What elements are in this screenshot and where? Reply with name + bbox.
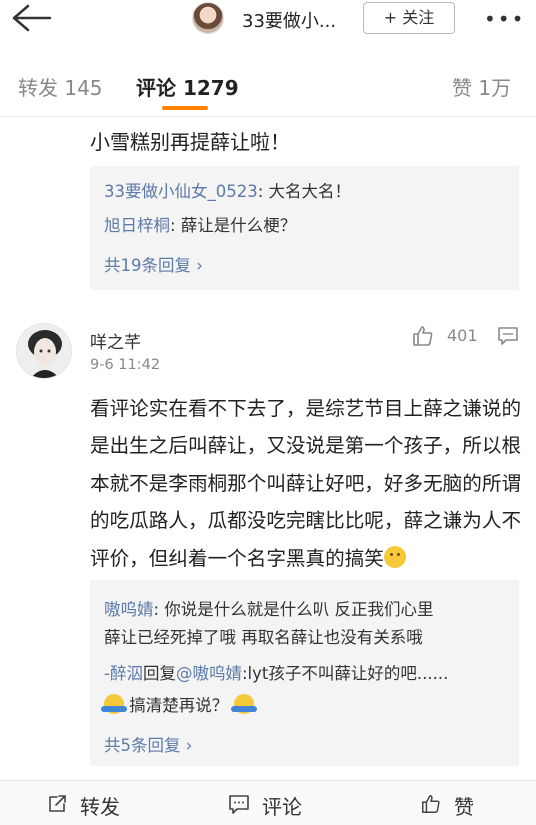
tab-bar: 转发 145 评论 1279 赞 1万 (0, 62, 536, 117)
repost-button[interactable]: 转发 (80, 791, 120, 820)
reply-item: 旭日梓桐: 薛让是什么梗？ (104, 216, 297, 235)
tab-likes[interactable]: 赞 1万 (452, 72, 511, 101)
back-arrow-icon[interactable] (10, 2, 54, 34)
mention-username[interactable]: @嗷呜婧 (176, 664, 242, 683)
comment-text: 看评论实在看不下去了，是综艺节目上薛之谦说的是出生之后叫薛让，又没说是第一个孩子… (90, 397, 522, 570)
comment-timestamp: 9-6 11:42 (90, 357, 161, 373)
reply-icon[interactable] (497, 326, 519, 346)
comment-username[interactable]: 咩之芊 (90, 328, 141, 353)
tab-repost[interactable]: 转发 145 (18, 72, 103, 101)
tab-comments[interactable]: 评论 1279 (136, 72, 239, 101)
emoji-icon (230, 694, 257, 714)
reply-item: -醉泅回复@嗷呜婧:lyt孩子不叫薛让好的吧...... (104, 664, 449, 683)
like-count: 401 (447, 326, 478, 345)
reply-item: 嗷呜婧: 你说是什么就是什么叭 反正我们心里 (104, 600, 434, 619)
reply-item: 33要做小仙女_0523: 大名大名！ (104, 182, 352, 201)
reply-continuation: 搞清楚再说？ (101, 692, 257, 716)
avatar[interactable] (16, 323, 72, 379)
author-name[interactable]: 33要做小... (242, 7, 336, 33)
bottom-action-bar: 转发 评论 赞 (0, 780, 536, 825)
like-button[interactable]: 赞 (454, 791, 474, 820)
reply-username[interactable]: 33要做小仙女_0523 (104, 182, 258, 201)
reply-continuation: 薛让已经死掉了哦 再取名薛让也没有关系哦 (104, 628, 423, 647)
more-icon[interactable]: ••• (484, 7, 525, 31)
comment-text: 小雪糕别再提薛让啦！ (90, 130, 290, 154)
top-bar: 33要做小... + 关注 ••• (0, 0, 536, 40)
thumbs-up-icon[interactable] (420, 793, 442, 815)
emoji-icon (383, 545, 406, 568)
reply-box[interactable]: 33要做小仙女_0523: 大名大名！ 旭日梓桐: 薛让是什么梗？ 共19条回复… (90, 166, 519, 290)
emoji-icon (101, 694, 127, 714)
follow-button[interactable]: + 关注 (363, 2, 455, 34)
reply-username[interactable]: 旭日梓桐 (104, 216, 170, 235)
repost-icon[interactable] (46, 793, 68, 815)
more-replies-link[interactable]: 共5条回复 › (104, 732, 192, 756)
reply-box[interactable]: 嗷呜婧: 你说是什么就是什么叭 反正我们心里 薛让已经死掉了哦 再取名薛让也没有… (90, 580, 519, 766)
author-avatar[interactable] (192, 2, 224, 34)
reply-username[interactable]: 嗷呜婧 (104, 600, 154, 619)
avatar-portrait-icon (17, 324, 71, 378)
comment-button[interactable]: 评论 (262, 791, 302, 820)
more-replies-link[interactable]: 共19条回复 › (104, 252, 203, 276)
comment-icon[interactable] (228, 793, 250, 815)
thumbs-up-icon[interactable] (411, 324, 435, 348)
active-tab-indicator (162, 106, 208, 110)
reply-username[interactable]: -醉泅 (104, 664, 143, 683)
